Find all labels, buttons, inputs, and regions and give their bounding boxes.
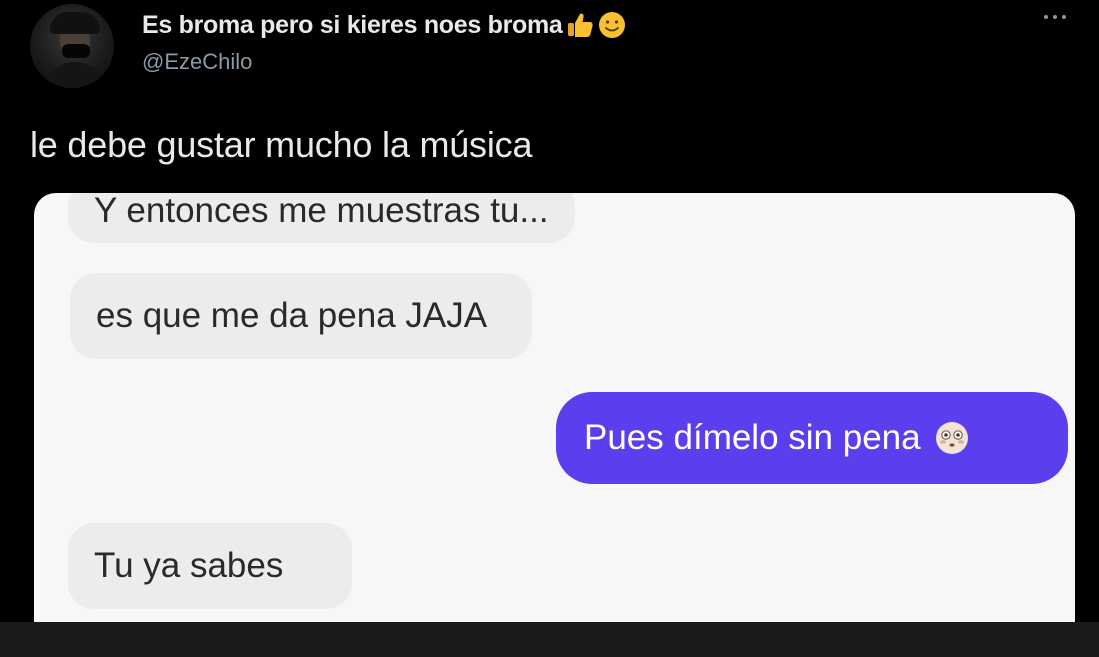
more-options-icon[interactable] bbox=[1044, 10, 1074, 24]
message-text: Tu ya sabes bbox=[94, 546, 284, 585]
message-text: Y entonces me muestras tu... bbox=[94, 193, 549, 230]
chat-bubble-outgoing: Pues dímelo sin pena bbox=[556, 392, 1068, 484]
message-text: Pues dímelo sin pena bbox=[584, 418, 921, 457]
avatar[interactable] bbox=[30, 4, 114, 88]
chat-bubble-incoming: Tu ya sabes bbox=[68, 523, 352, 609]
tweet[interactable]: Es broma pero si kieres noes broma @EzeC… bbox=[0, 0, 1099, 643]
display-name-text: Es broma pero si kieres noes broma bbox=[142, 10, 563, 39]
message-text: es que me da pena JAJA bbox=[96, 296, 488, 335]
display-name[interactable]: Es broma pero si kieres noes broma bbox=[142, 10, 627, 40]
chat-bubble-incoming: es que me da pena JAJA bbox=[70, 273, 532, 359]
bottom-bar bbox=[0, 622, 1099, 657]
tweet-media-image[interactable]: Y entonces me muestras tu... es que me d… bbox=[34, 193, 1075, 643]
thumbs-up-icon bbox=[567, 13, 593, 37]
tweet-text: le debe gustar mucho la música bbox=[30, 124, 533, 165]
smiling-face-icon bbox=[598, 12, 625, 38]
chat-bubble-incoming: Y entonces me muestras tu... bbox=[68, 193, 575, 243]
user-handle[interactable]: @EzeChilo bbox=[142, 49, 252, 75]
flushed-face-icon bbox=[935, 422, 968, 454]
